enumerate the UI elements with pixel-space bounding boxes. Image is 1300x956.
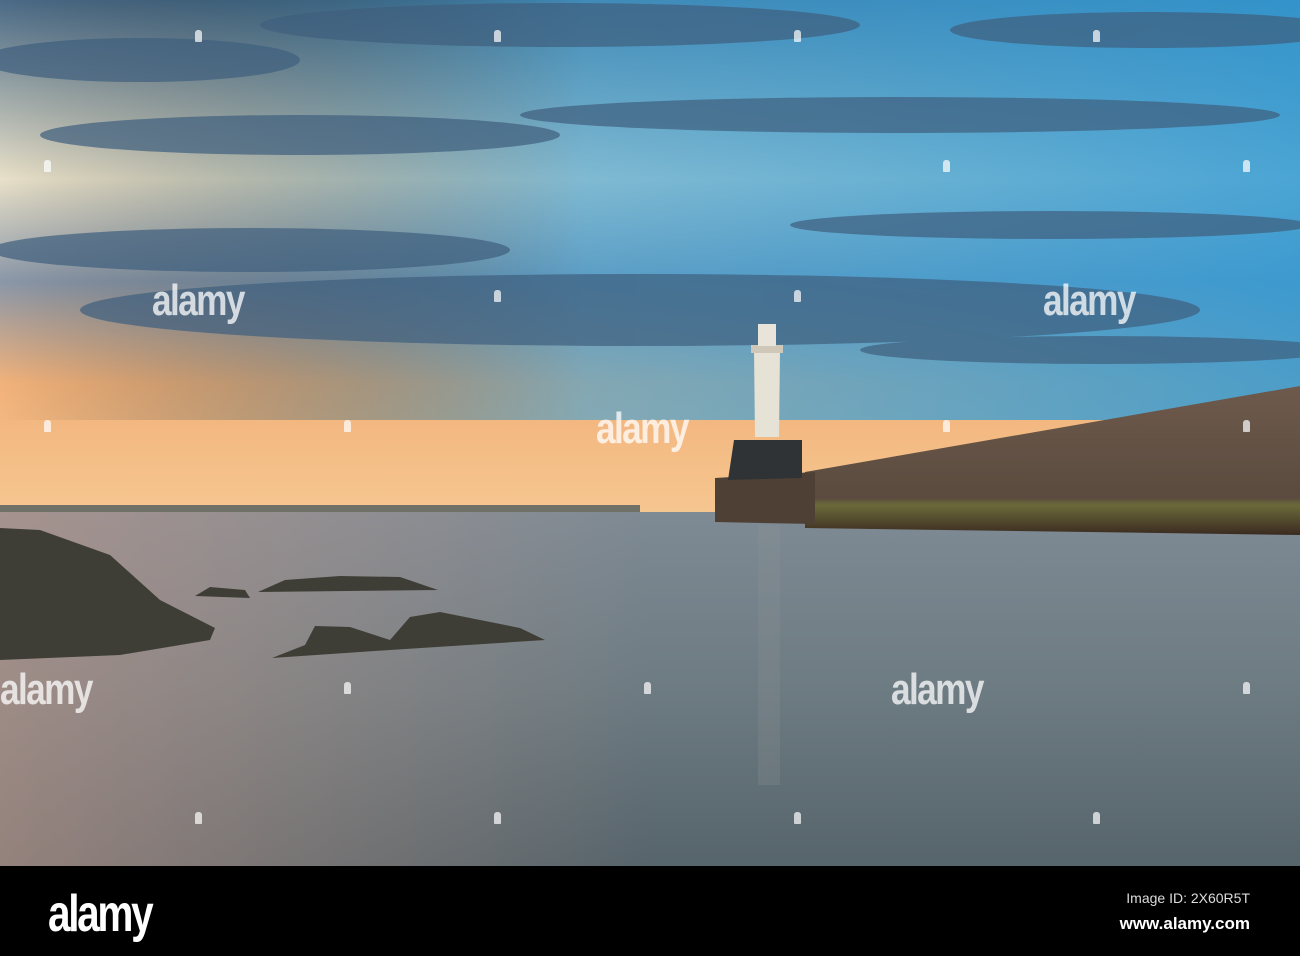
watermark-mark: [44, 160, 51, 172]
watermark-mark: [344, 682, 351, 694]
watermark-mark: [1093, 812, 1100, 824]
watermark-mark: [1243, 420, 1250, 432]
watermark: alamy: [891, 665, 984, 714]
image-id: Image ID: 2X60R5T: [1126, 890, 1250, 906]
watermark-mark: [494, 290, 501, 302]
watermark-mark: [794, 290, 801, 302]
watermark: alamy: [1043, 276, 1136, 325]
alamy-logo: alamy: [48, 885, 154, 943]
watermark: alamy: [152, 276, 245, 325]
watermark-mark: [943, 160, 950, 172]
watermark-mark: [195, 812, 202, 824]
watermark-mark: [494, 812, 501, 824]
watermark-mark: [1093, 30, 1100, 42]
footer-bar: alamy Image ID: 2X60R5T www.alamy.com: [0, 866, 1300, 956]
site-url: www.alamy.com: [1119, 914, 1250, 933]
lighthouse-base: [728, 440, 802, 480]
watermark-mark: [1243, 160, 1250, 172]
stock-photo: alamy alamy alamy alamy alamy alamy Imag…: [0, 0, 1300, 956]
watermark-mark: [195, 30, 202, 42]
watermark: alamy: [0, 665, 93, 714]
watermark-mark: [1243, 682, 1250, 694]
watermark: alamy: [596, 404, 689, 453]
watermark-mark: [644, 682, 651, 694]
watermark-mark: [794, 812, 801, 824]
watermark-mark: [943, 420, 950, 432]
watermark-mark: [794, 30, 801, 42]
watermark-mark: [44, 420, 51, 432]
watermark-mark: [494, 30, 501, 42]
lighthouse-tower: [754, 350, 780, 437]
watermark-mark: [344, 420, 351, 432]
